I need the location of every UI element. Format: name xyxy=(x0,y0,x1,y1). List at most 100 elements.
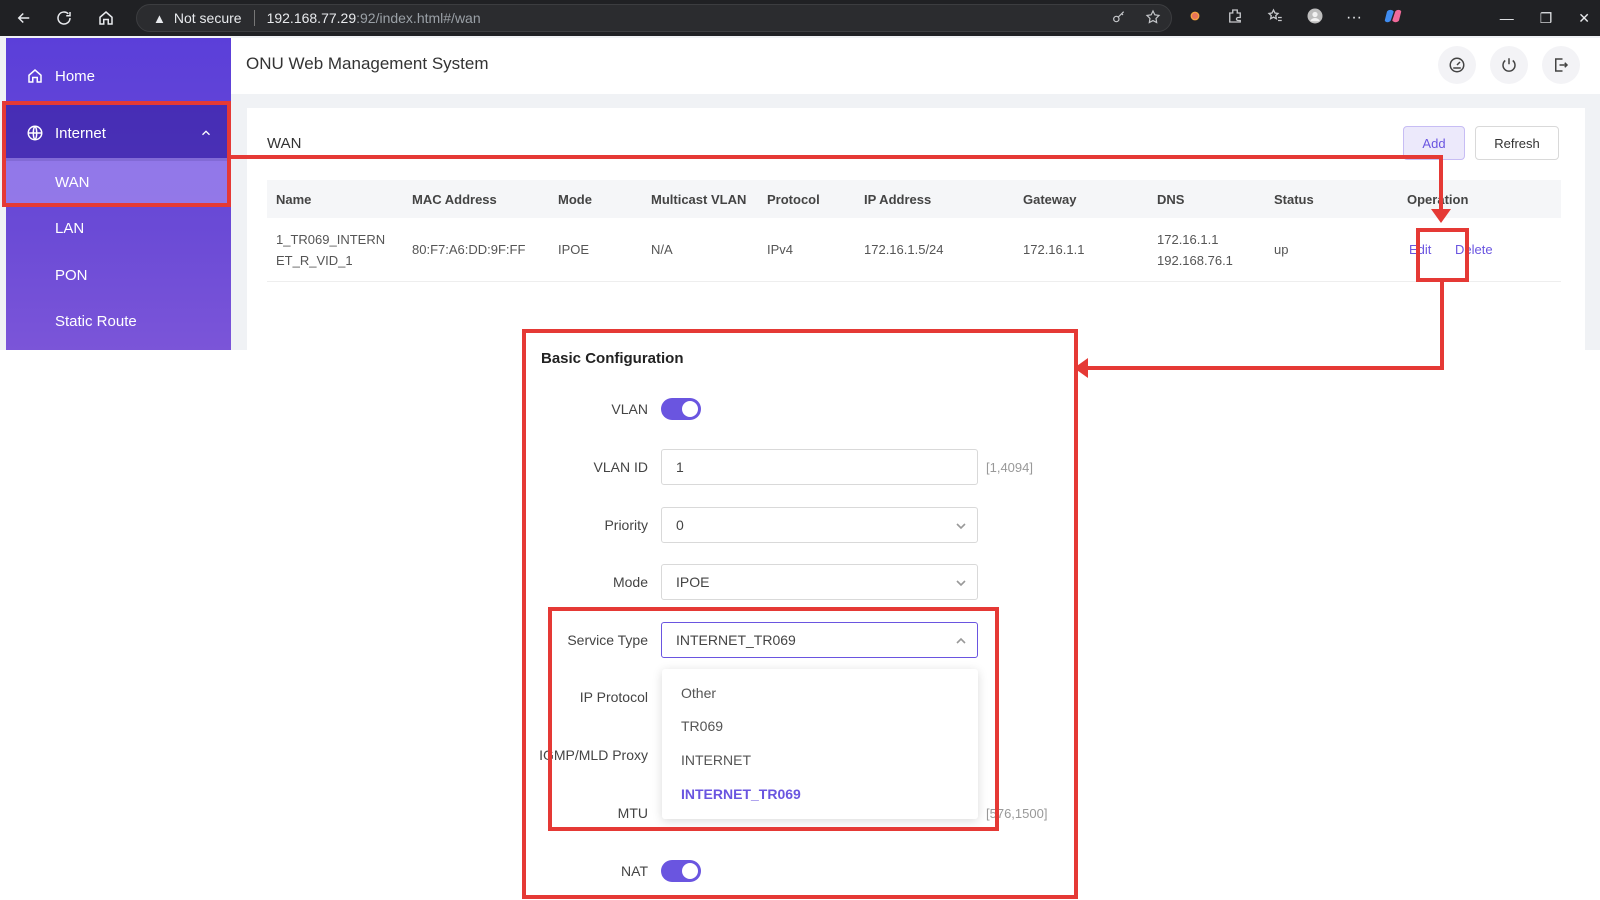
logout-icon xyxy=(1555,58,1569,72)
vlan-id-hint: [1,4094] xyxy=(986,460,1033,475)
column-header: Name xyxy=(276,191,312,207)
refresh-button[interactable]: Refresh xyxy=(1475,126,1559,160)
vlan-label: VLAN xyxy=(611,401,648,417)
cell-ip: 172.16.1.5/24 xyxy=(864,242,944,257)
priority-select[interactable]: 0 xyxy=(661,507,978,543)
add-button[interactable]: Add xyxy=(1403,126,1465,160)
mode-label: Mode xyxy=(612,574,648,590)
nat-toggle[interactable] xyxy=(661,860,701,882)
profile-icon[interactable] xyxy=(1306,7,1324,30)
annotation-line xyxy=(1088,366,1444,370)
service-type-label: Service Type xyxy=(567,632,648,648)
star-icon[interactable] xyxy=(1145,9,1161,28)
url-host: 192.168.77.29 xyxy=(266,10,357,26)
select-value: IPOE xyxy=(676,574,710,590)
annotation-arrow xyxy=(1074,358,1088,378)
vlan-id-label: VLAN ID xyxy=(593,459,648,475)
chevron-up-icon xyxy=(199,126,213,140)
column-header: Gateway xyxy=(1023,191,1077,207)
sidebar-item-wan[interactable]: WAN xyxy=(6,158,231,206)
dns-line: 172.16.1.1 xyxy=(1157,231,1219,247)
sidebar-item-home[interactable]: Home xyxy=(6,56,231,96)
sidebar-item-label: Home xyxy=(55,67,96,85)
dashboard-button[interactable] xyxy=(1438,46,1476,84)
service-type-dropdown: Other TR069 INTERNET INTERNET_TR069 xyxy=(662,669,978,819)
power-icon xyxy=(1502,58,1516,72)
puzzle-icon[interactable] xyxy=(1226,7,1244,30)
sidebar-item-lan[interactable]: LAN xyxy=(6,206,231,250)
key-icon[interactable] xyxy=(1111,9,1127,28)
table-header: Name MAC Address Mode Multicast VLAN Pro… xyxy=(267,180,1561,218)
igmp-label: IGMP/MLD Proxy xyxy=(539,747,648,763)
sidebar: Home Internet WAN LAN PON Static Route xyxy=(6,38,231,350)
column-header: Multicast VLAN xyxy=(651,191,747,207)
table-row: 1_TR069_INTERN ET_R_VID_1 80:F7:A6:DD:9F… xyxy=(267,218,1561,282)
restore-icon[interactable]: ❐ xyxy=(1540,10,1553,27)
section-title: WAN xyxy=(267,135,302,152)
more-icon[interactable]: ··· xyxy=(1346,9,1362,27)
page-title: ONU Web Management System xyxy=(246,54,489,73)
divider xyxy=(253,10,255,26)
cell-mode: IPOE xyxy=(558,242,590,257)
sidebar-item-internet[interactable]: Internet xyxy=(6,105,231,161)
edit-link[interactable]: Edit xyxy=(1409,218,1431,281)
config-title: Basic Configuration xyxy=(541,350,684,367)
home-browser-icon[interactable] xyxy=(86,0,126,36)
extension-icon[interactable] xyxy=(1186,7,1204,30)
dropdown-option[interactable]: INTERNET xyxy=(681,752,751,768)
column-header: MAC Address xyxy=(412,191,497,207)
mtu-hint: [576,1500] xyxy=(986,806,1048,821)
address-bar[interactable]: ▲ Not secure 192.168.77.29:92/index.html… xyxy=(136,4,1172,32)
select-value: INTERNET_TR069 xyxy=(676,632,796,648)
chevron-up-icon xyxy=(955,634,967,646)
cell-mac: 80:F7:A6:DD:9F:FF xyxy=(412,242,526,257)
nat-label: NAT xyxy=(621,863,648,879)
mtu-label: MTU xyxy=(617,805,648,821)
sidebar-item-label: LAN xyxy=(55,219,85,237)
globe-icon xyxy=(26,124,44,142)
cell-gateway: 172.16.1.1 xyxy=(1023,242,1085,257)
sidebar-item-label: PON xyxy=(55,266,88,284)
chevron-down-icon xyxy=(955,576,967,588)
cell-name: 1_TR069_INTERN ET_R_VID_1 xyxy=(276,218,385,281)
dropdown-option-selected[interactable]: INTERNET_TR069 xyxy=(681,786,801,802)
dropdown-option[interactable]: Other xyxy=(681,685,716,701)
favorites-icon[interactable] xyxy=(1266,7,1284,30)
power-button[interactable] xyxy=(1490,46,1528,84)
select-value: 0 xyxy=(676,517,684,533)
delete-link[interactable]: Delete xyxy=(1455,218,1493,281)
back-icon[interactable] xyxy=(4,0,44,36)
priority-label: Priority xyxy=(604,517,648,533)
sidebar-item-label: WAN xyxy=(55,173,90,191)
column-header: Status xyxy=(1274,191,1314,207)
vlan-id-input[interactable]: 1 xyxy=(661,449,978,485)
browser-toolbar: ▲ Not secure 192.168.77.29:92/index.html… xyxy=(0,0,1600,36)
url-path: :92/index.html#/wan xyxy=(356,10,481,26)
reload-icon[interactable] xyxy=(44,0,84,36)
cell-dns: 172.16.1.1 192.168.76.1 xyxy=(1157,218,1233,281)
copilot-icon[interactable] xyxy=(1384,7,1402,30)
dns-line: 192.168.76.1 xyxy=(1157,252,1233,268)
warning-icon: ▲ xyxy=(153,10,166,26)
cell-status: up xyxy=(1274,242,1289,257)
mode-select[interactable]: IPOE xyxy=(661,564,978,600)
column-header: IP Address xyxy=(864,191,932,207)
minimize-icon[interactable]: — xyxy=(1500,10,1514,26)
app-header: ONU Web Management System xyxy=(231,38,1600,94)
app-area: Home Internet WAN LAN PON Static Route O… xyxy=(0,36,1600,350)
annotation-arrow xyxy=(1431,209,1451,223)
column-header: Mode xyxy=(558,191,592,207)
vlan-toggle[interactable] xyxy=(661,398,701,420)
logout-button[interactable] xyxy=(1542,46,1580,84)
service-type-select[interactable]: INTERNET_TR069 xyxy=(661,622,978,658)
sidebar-item-static-route[interactable]: Static Route xyxy=(6,299,231,343)
not-secure-label: Not secure xyxy=(173,10,242,26)
sidebar-item-pon[interactable]: PON xyxy=(6,253,231,297)
dropdown-option[interactable]: TR069 xyxy=(681,718,723,734)
wan-card: WAN Add Refresh Name MAC Address Mode Mu… xyxy=(247,108,1585,350)
close-icon[interactable]: ✕ xyxy=(1578,10,1590,27)
cell-multicast-vlan: N/A xyxy=(651,242,673,257)
cell-protocol: IPv4 xyxy=(767,242,794,257)
name-line: ET_R_VID_1 xyxy=(276,252,353,268)
home-icon xyxy=(26,67,44,85)
